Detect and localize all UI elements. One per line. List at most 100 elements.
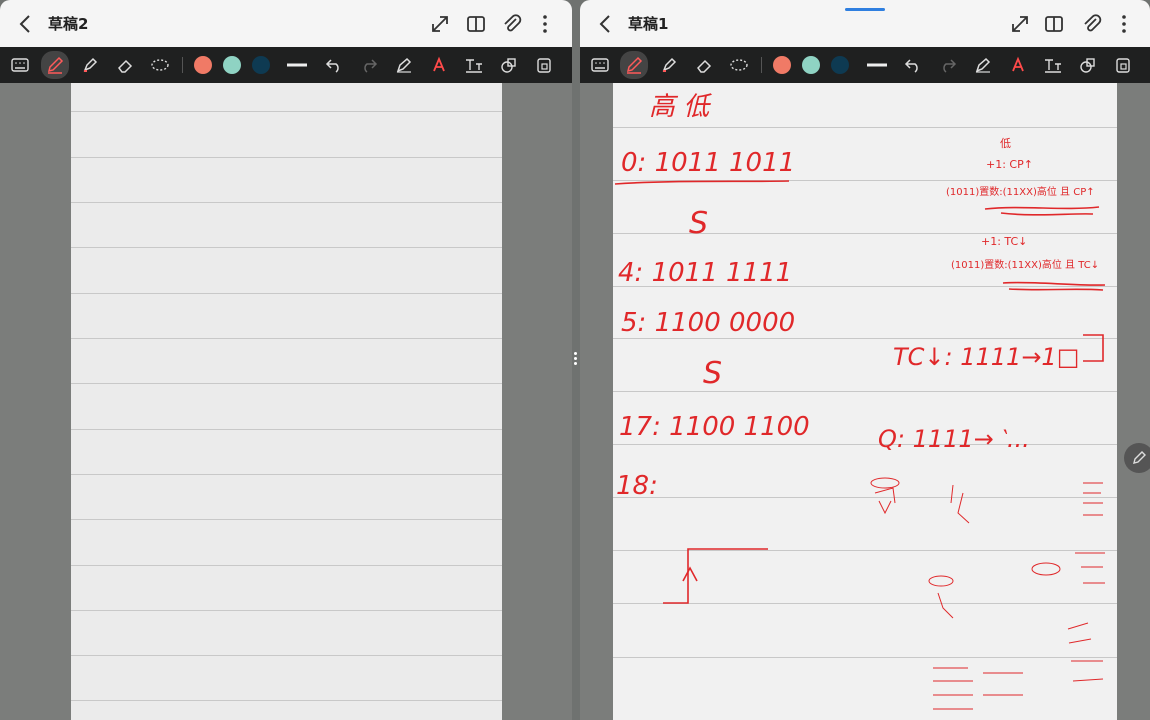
right-title-bar: 草稿1 bbox=[580, 0, 1150, 47]
color-swatch-coral[interactable] bbox=[773, 56, 791, 74]
split-view-icon[interactable] bbox=[464, 12, 488, 36]
eraser-icon[interactable] bbox=[692, 53, 716, 77]
color-swatch-coral[interactable] bbox=[194, 56, 212, 74]
text-recognize-icon[interactable] bbox=[427, 53, 451, 77]
side-note: (1011)置数:(11XX)高位 且 CP↑ bbox=[946, 185, 1095, 198]
side-note-large: Q: 1111→ ‵... bbox=[878, 425, 1030, 453]
undo-icon[interactable] bbox=[901, 53, 925, 77]
color-swatch-mint[interactable] bbox=[223, 56, 241, 74]
more-options-icon[interactable] bbox=[533, 12, 557, 36]
more-options-icon[interactable] bbox=[1112, 12, 1136, 36]
sketch-stroke bbox=[933, 667, 1023, 710]
ruled-line bbox=[71, 293, 502, 294]
underline-stroke bbox=[614, 180, 790, 185]
ruled-line bbox=[71, 383, 502, 384]
color-swatch-mint[interactable] bbox=[802, 56, 820, 74]
pen-icon[interactable] bbox=[620, 51, 648, 79]
redo-icon[interactable] bbox=[936, 53, 960, 77]
ruled-line bbox=[71, 565, 502, 566]
ruled-line bbox=[71, 338, 502, 339]
scribble-stroke bbox=[1008, 288, 1104, 291]
ruled-line bbox=[71, 655, 502, 656]
ruled-line bbox=[71, 700, 502, 701]
ruled-line bbox=[71, 247, 502, 248]
highlighter-icon[interactable] bbox=[657, 53, 681, 77]
attachment-icon[interactable] bbox=[1080, 12, 1104, 36]
pen-icon bbox=[1133, 451, 1146, 464]
shapes-icon[interactable] bbox=[1076, 53, 1100, 77]
lasso-icon[interactable] bbox=[727, 53, 751, 77]
toolbar-divider bbox=[182, 57, 183, 73]
ruled-line bbox=[71, 157, 502, 158]
ruled-line bbox=[71, 610, 502, 611]
note-row-4: 4: 1011 1111 bbox=[618, 258, 792, 288]
lock-icon[interactable] bbox=[532, 53, 556, 77]
redo-icon[interactable] bbox=[357, 53, 381, 77]
undo-icon[interactable] bbox=[322, 53, 346, 77]
sketch-stroke bbox=[937, 592, 954, 619]
shape-pen-icon[interactable] bbox=[392, 53, 416, 77]
sketch-ellipse bbox=[1031, 562, 1061, 576]
scribble-stroke bbox=[1002, 281, 1106, 286]
side-note: (1011)置数:(11XX)高位 且 TC↓ bbox=[951, 258, 1099, 271]
left-title-bar: 草稿2 bbox=[0, 0, 572, 47]
back-arrow-icon[interactable] bbox=[14, 12, 38, 36]
left-drawing-toolbar bbox=[0, 47, 572, 83]
line-width-icon[interactable] bbox=[865, 53, 889, 77]
right-note-page[interactable]: 高 低 0: 1011 1011 S 4: 1011 1111 5: 1100 … bbox=[613, 83, 1117, 720]
ruled-line bbox=[71, 429, 502, 430]
sequence-symbol: S bbox=[689, 206, 708, 241]
waveform-stroke bbox=[663, 548, 768, 604]
sketch-stroke bbox=[874, 487, 896, 515]
keyboard-icon[interactable] bbox=[588, 53, 612, 77]
sketch-stroke bbox=[950, 484, 970, 524]
side-note: 低 bbox=[1000, 137, 1011, 150]
header-high-low: 高 低 bbox=[649, 92, 712, 122]
sequence-symbol: S bbox=[703, 356, 722, 391]
handwriting-ink-layer: 高 低 0: 1011 1011 S 4: 1011 1111 5: 1100 … bbox=[614, 92, 1106, 710]
color-swatch-navy[interactable] bbox=[831, 56, 849, 74]
box-stroke bbox=[1083, 334, 1104, 362]
split-divider-handle[interactable] bbox=[574, 350, 578, 372]
color-swatch-navy[interactable] bbox=[252, 56, 270, 74]
note-row-18: 18: bbox=[616, 471, 658, 501]
right-drawing-toolbar bbox=[580, 47, 1150, 83]
sketch-ellipse bbox=[928, 575, 954, 587]
floating-pen-button[interactable] bbox=[1124, 443, 1150, 473]
line-width-icon[interactable] bbox=[285, 53, 309, 77]
attachment-icon[interactable] bbox=[500, 12, 524, 36]
lasso-icon[interactable] bbox=[148, 53, 172, 77]
sketch-stroke bbox=[1067, 622, 1104, 682]
sketch-stroke bbox=[1075, 552, 1105, 584]
keyboard-icon[interactable] bbox=[8, 53, 32, 77]
split-view-icon[interactable] bbox=[1042, 12, 1066, 36]
scribble-stroke bbox=[984, 206, 1100, 210]
right-note-window: 草稿1 高 低 0: 1011 1011 S 4: 1011 1111 5: 1… bbox=[580, 0, 1150, 720]
expand-icon[interactable] bbox=[428, 12, 452, 36]
note-title: 草稿2 bbox=[48, 15, 89, 33]
shape-pen-icon[interactable] bbox=[971, 53, 995, 77]
lock-icon[interactable] bbox=[1111, 53, 1135, 77]
side-note-large: TC↓: 1111→1□ bbox=[893, 343, 1079, 371]
left-note-page[interactable] bbox=[71, 83, 502, 720]
note-row-17: 17: 1100 1100 bbox=[619, 412, 810, 442]
text-recognize-icon[interactable] bbox=[1006, 53, 1030, 77]
rising-edge-arrow bbox=[682, 566, 698, 582]
side-note: +1: CP↑ bbox=[986, 158, 1033, 171]
expand-icon[interactable] bbox=[1008, 12, 1032, 36]
pen-icon[interactable] bbox=[41, 51, 69, 79]
shapes-icon[interactable] bbox=[497, 53, 521, 77]
eraser-icon[interactable] bbox=[113, 53, 137, 77]
ruled-line bbox=[71, 111, 502, 112]
highlighter-icon[interactable] bbox=[78, 53, 102, 77]
ruled-line bbox=[71, 474, 502, 475]
sketch-stroke bbox=[1083, 482, 1103, 516]
text-icon[interactable] bbox=[1041, 53, 1065, 77]
text-icon[interactable] bbox=[462, 53, 486, 77]
ruled-line bbox=[71, 202, 502, 203]
toolbar-divider bbox=[761, 57, 762, 73]
scribble-stroke bbox=[1000, 212, 1094, 216]
window-drag-indicator[interactable] bbox=[845, 8, 885, 11]
back-arrow-icon[interactable] bbox=[594, 12, 618, 36]
ruled-line bbox=[71, 519, 502, 520]
